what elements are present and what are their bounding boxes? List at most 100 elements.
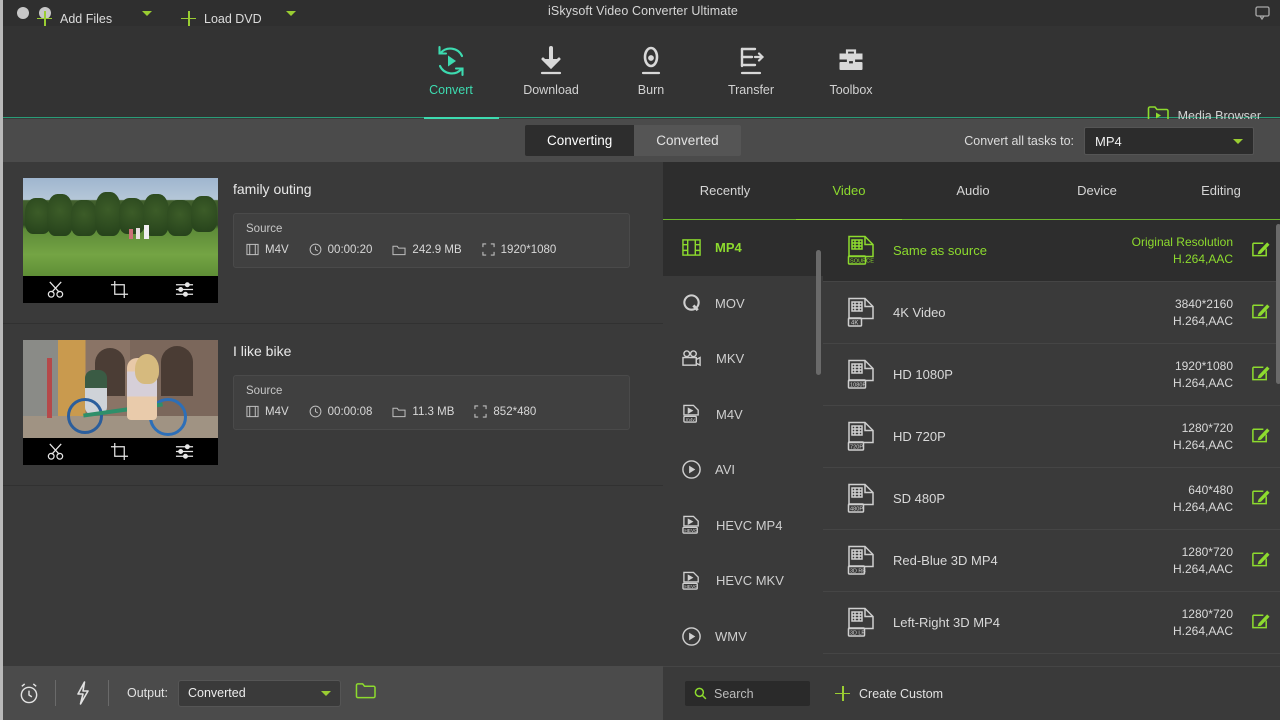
tab-converted[interactable]: Converted [634,125,740,156]
preset-name: Same as source [877,243,1132,258]
format-item-avi[interactable]: AVI [663,442,823,498]
folder-icon [392,243,406,256]
load-dvd-button[interactable]: Load DVD [181,11,262,26]
preset-resolution: 1280*720 [1173,420,1233,437]
preset-item-red-blue-3d-mp4[interactable]: 3D RB Red-Blue 3D MP4 1280*720 H.264,AAC [823,530,1280,592]
nav-item-burn[interactable]: Burn [601,26,701,118]
nav-label-convert: Convert [429,83,473,97]
format-item-wmv[interactable]: WMV [663,609,823,665]
edit-preset-button[interactable] [1251,363,1271,387]
create-custom-label: Create Custom [859,687,943,701]
format-item-mp4[interactable]: MP4 [663,220,823,276]
nav-item-convert[interactable]: Convert [401,26,501,118]
nav-item-download[interactable]: Download [501,26,601,118]
format-item-hevc-mp4[interactable]: HEVC HEVC MP4 [663,498,823,554]
format-label: M4V [716,407,743,422]
file-thumbnail[interactable] [23,340,218,465]
convert-all-label: Convert all tasks to: [964,134,1074,148]
search-input[interactable]: Search [685,681,810,706]
preset-tabs: Recently Video Audio Device Editing [663,162,1280,220]
lightning-bolt-icon[interactable] [56,681,108,705]
table-row[interactable]: I like bike Source M4V [3,324,663,486]
output-label: Output: [127,686,168,700]
tab-device[interactable]: Device [1035,162,1159,220]
meta-duration-value: 00:00:20 [328,244,373,256]
preset-meta: 3840*2160 H.264,AAC [1173,296,1233,330]
load-dvd-label: Load DVD [204,12,262,26]
preset-badge-icon: 720P [845,421,877,452]
open-folder-icon[interactable] [355,681,376,705]
edit-preset-button[interactable] [1251,487,1271,511]
format-label: HEVC MP4 [716,518,782,533]
resize-icon [482,243,495,256]
preset-item-left-right-3d-mp4[interactable]: 3D LR Left-Right 3D MP4 1280*720 H.264,A… [823,592,1280,654]
transfer-icon [736,41,766,81]
output-select[interactable]: Converted [178,680,341,707]
plus-icon [181,11,196,26]
format-item-m4v[interactable]: m4v M4V [663,387,823,443]
load-dvd-dropdown[interactable] [286,11,296,16]
preset-codec: H.264,AAC [1132,251,1233,268]
download-icon [536,41,566,81]
hevc-file-icon: HEVC [681,571,703,591]
preset-list: SOURCE Same as source Original Resolutio… [823,220,1280,690]
effects-icon[interactable] [174,442,195,461]
main-nav: Convert Download Burn [3,26,1280,118]
source-box: Source M4V 00:00:20 [233,213,630,268]
file-thumbnail[interactable] [23,178,218,303]
edit-preset-button[interactable] [1251,549,1271,573]
edit-preset-button[interactable] [1251,301,1271,325]
preset-scrollbar[interactable] [1276,224,1280,384]
edit-preset-button[interactable] [1251,239,1271,263]
create-custom-button[interactable]: Create Custom [835,686,943,701]
add-files-dropdown[interactable] [142,11,152,16]
nav-item-transfer[interactable]: Transfer [701,26,801,118]
svg-text:3D RB: 3D RB [850,568,866,574]
meta-resolution-value: 852*480 [493,406,536,418]
edit-preset-button[interactable] [1251,425,1271,449]
quicktime-icon [681,293,702,314]
preset-item-hd-1080p[interactable]: 1080P HD 1080P 1920*1080 H.264,AAC [823,344,1280,406]
source-label: Source [246,385,617,397]
meta-size-value: 11.3 MB [412,406,454,418]
crop-icon[interactable] [110,280,129,299]
format-item-hevc-mkv[interactable]: HEVC HEVC MKV [663,553,823,609]
format-item-mkv[interactable]: MKV [663,331,823,387]
trim-icon[interactable] [46,280,65,299]
add-files-button[interactable]: Add Files [37,11,112,26]
format-item-mov[interactable]: MOV [663,276,823,332]
crop-icon[interactable] [110,442,129,461]
preset-badge-icon: 4K [845,297,877,328]
plus-icon [37,11,52,26]
alarm-clock-icon[interactable] [3,682,55,705]
preset-meta: 1920*1080 H.264,AAC [1173,358,1233,392]
tab-recently[interactable]: Recently [663,162,787,220]
tab-video[interactable]: Video [787,162,911,220]
preset-body: MP4 MOV MKV [663,220,1280,690]
tab-editing[interactable]: Editing [1159,162,1280,220]
preset-item-sd-480p[interactable]: 480P SD 480P 640*480 H.264,AAC [823,468,1280,530]
preset-name: SD 480P [877,491,1173,506]
tab-converting[interactable]: Converting [525,125,634,156]
convert-all-value: MP4 [1095,134,1122,149]
nav-label-transfer: Transfer [728,83,774,97]
preset-item-hd-720p[interactable]: 720P HD 720P 1280*720 H.264,AAC [823,406,1280,468]
preset-item-same-as-source[interactable]: SOURCE Same as source Original Resolutio… [823,220,1280,282]
add-files-label: Add Files [60,12,112,26]
convert-all-select[interactable]: MP4 [1084,127,1254,155]
effects-icon[interactable] [174,280,195,299]
edit-preset-button[interactable] [1251,611,1271,635]
trim-icon[interactable] [46,442,65,461]
tab-audio[interactable]: Audio [911,162,1035,220]
play-circle-icon [681,626,702,647]
preset-name: HD 720P [877,429,1173,444]
preset-meta: 1280*720 H.264,AAC [1173,606,1233,640]
table-row[interactable]: family outing Source M4V [3,162,663,324]
preset-item-4k-video[interactable]: 4K 4K Video 3840*2160 H.264,AAC [823,282,1280,344]
nav-item-toolbox[interactable]: Toolbox [801,26,901,118]
meta-size-value: 242.9 MB [412,244,461,256]
format-scrollbar[interactable] [816,250,821,375]
film-icon [246,243,259,256]
nav-items: Convert Download Burn [401,26,901,118]
chat-bubble-icon[interactable] [1254,5,1271,20]
